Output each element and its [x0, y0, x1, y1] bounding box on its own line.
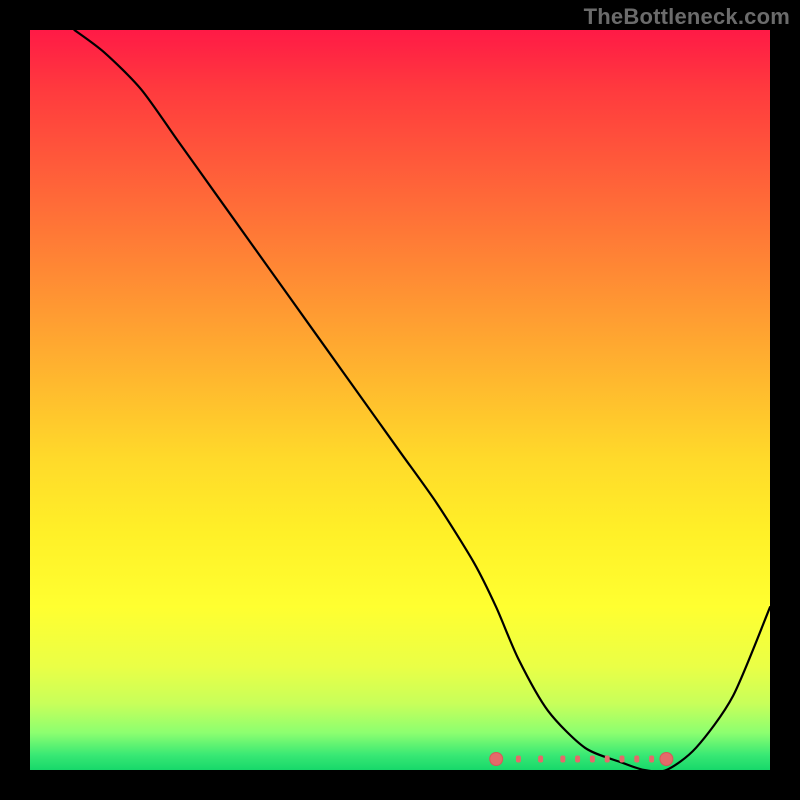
- optimal-tick: [538, 756, 543, 763]
- optimal-dot: [490, 753, 503, 766]
- optimal-tick: [560, 756, 565, 763]
- optimal-ticks: [516, 756, 654, 763]
- optimal-tick: [590, 756, 595, 763]
- optimal-tick: [516, 756, 521, 763]
- watermark-text: TheBottleneck.com: [584, 4, 790, 30]
- chart-container: TheBottleneck.com: [0, 0, 800, 800]
- optimal-tick: [634, 756, 639, 763]
- optimal-tick: [575, 756, 580, 763]
- curve-svg: [30, 30, 770, 770]
- optimal-dot: [660, 753, 673, 766]
- bottleneck-curve: [74, 30, 770, 770]
- optimal-tick: [605, 756, 610, 763]
- optimal-tick: [620, 756, 625, 763]
- plot-area: [30, 30, 770, 770]
- optimal-tick: [649, 756, 654, 763]
